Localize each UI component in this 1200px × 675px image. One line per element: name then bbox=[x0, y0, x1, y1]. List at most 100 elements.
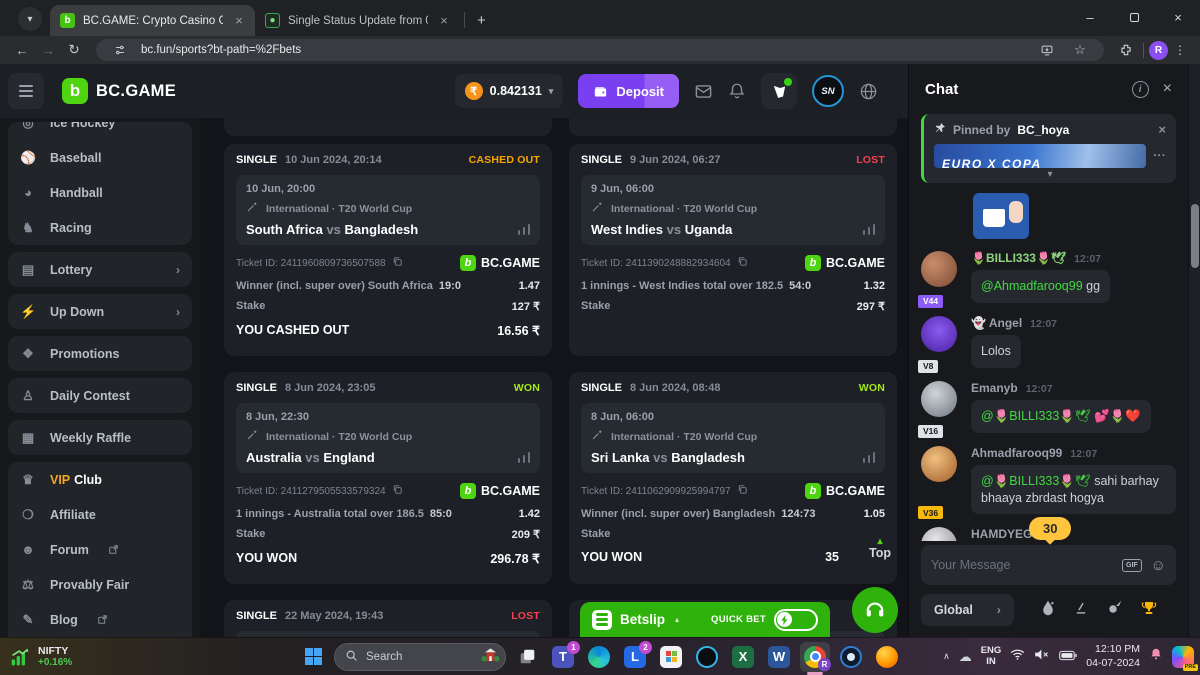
install-icon[interactable] bbox=[1035, 44, 1059, 57]
sidebar-item-affiliate[interactable]: ❍Affiliate bbox=[8, 497, 192, 532]
wifi-icon[interactable] bbox=[1010, 648, 1025, 666]
username[interactable]: 👻 Angel bbox=[971, 316, 1022, 330]
maximize-button[interactable] bbox=[1112, 0, 1156, 34]
chrome-app-active[interactable]: R bbox=[800, 642, 830, 672]
volume-muted-icon[interactable] bbox=[1034, 648, 1050, 666]
start-button[interactable] bbox=[298, 642, 328, 672]
blue-ring-app[interactable] bbox=[836, 642, 866, 672]
chat-message-input[interactable] bbox=[931, 558, 1113, 572]
word-app[interactable]: W bbox=[764, 642, 794, 672]
avatar[interactable] bbox=[921, 527, 957, 541]
user-mention[interactable]: @🌷BILLI333🌷🕊 bbox=[981, 409, 1091, 423]
rain-feature-icon[interactable] bbox=[1041, 600, 1055, 621]
browser-menu-icon[interactable]: ⋮ bbox=[1170, 43, 1190, 57]
reload-button[interactable]: ↻ bbox=[62, 42, 86, 58]
deposit-button[interactable]: Deposit bbox=[578, 74, 679, 108]
user-mention[interactable]: @Ahmadfarooq99 bbox=[981, 279, 1083, 293]
bookmark-star-icon[interactable]: ☆ bbox=[1068, 42, 1092, 58]
avatar[interactable] bbox=[921, 316, 957, 352]
browser-tab-active[interactable]: b BC.GAME: Crypto Casino Games × bbox=[50, 5, 255, 36]
tab-search-button[interactable]: ▾ bbox=[18, 7, 42, 31]
avatar[interactable] bbox=[921, 446, 957, 482]
extensions-icon[interactable] bbox=[1114, 43, 1138, 57]
sidebar-item-blog[interactable]: ✎Blog bbox=[8, 602, 192, 637]
coindrop-icon[interactable] bbox=[1107, 600, 1122, 620]
balance-selector[interactable]: ₹ 0.842131 ▾ bbox=[455, 74, 564, 108]
new-tab-button[interactable]: + bbox=[477, 12, 486, 29]
sidebar-item-promotions[interactable]: ❖Promotions bbox=[8, 336, 192, 371]
notifications-bell-icon[interactable] bbox=[728, 82, 746, 100]
hamburger-menu-button[interactable] bbox=[8, 73, 44, 109]
chat-room-selector[interactable]: Global › bbox=[921, 594, 1014, 626]
event-box[interactable]: 10 Jun, 20:00 International · T20 World … bbox=[236, 175, 540, 245]
onedrive-cloud-icon[interactable]: ☁ bbox=[959, 649, 972, 665]
browser-tab[interactable]: ● Single Status Update from 07/0 × bbox=[255, 5, 460, 36]
betslip-header-button[interactable] bbox=[761, 73, 797, 109]
pinned-more-icon[interactable]: ··· bbox=[1154, 150, 1167, 162]
back-button[interactable]: ← bbox=[10, 43, 34, 58]
tab-close-icon[interactable]: × bbox=[436, 13, 452, 28]
notification-bell-icon[interactable] bbox=[1149, 647, 1163, 666]
excel-app[interactable]: X bbox=[728, 642, 758, 672]
bcgame-logo[interactable]: b BC.GAME bbox=[62, 78, 176, 104]
collapse-caret-icon[interactable]: ▴ bbox=[675, 615, 679, 624]
chat-image-message[interactable] bbox=[973, 193, 1029, 239]
taskbar-search[interactable]: Search bbox=[334, 643, 506, 671]
user-mention[interactable]: @🌷BILLI333🌷🕊 bbox=[981, 474, 1091, 488]
unread-count-pill[interactable]: 30 bbox=[1029, 517, 1071, 540]
user-avatar[interactable]: SN bbox=[812, 75, 844, 107]
username[interactable]: 🌷BILLI333🌷🕊 bbox=[971, 251, 1066, 265]
username[interactable]: Ahmadfarooq99 bbox=[971, 446, 1062, 460]
sidebar-item-daily-contest[interactable]: ♙Daily Contest bbox=[8, 378, 192, 413]
sidebar-item-handball[interactable]: ◕Handball bbox=[8, 175, 192, 210]
taskbar-widget[interactable]: NIFTY+0.16% bbox=[10, 645, 72, 669]
firefox-app[interactable] bbox=[872, 642, 902, 672]
sidebar-item-racing[interactable]: ♞Racing bbox=[8, 210, 192, 245]
pinned-banner-image[interactable]: EURO X COPA bbox=[934, 144, 1146, 168]
chat-rules-icon[interactable] bbox=[1074, 601, 1088, 620]
tab-close-icon[interactable]: × bbox=[231, 13, 247, 28]
username[interactable]: Emanyb bbox=[971, 381, 1018, 395]
address-bar[interactable]: bc.fun/sports?bt-path=%2Fbets ☆ bbox=[96, 39, 1104, 61]
forward-button[interactable]: → bbox=[36, 43, 60, 58]
stats-icon[interactable] bbox=[863, 224, 876, 235]
copy-icon[interactable] bbox=[392, 256, 403, 270]
event-box[interactable]: 8 Jun, 22:30 International · T20 World C… bbox=[236, 403, 540, 473]
linkedin-app[interactable]: L2 bbox=[620, 642, 650, 672]
chat-close-icon[interactable]: × bbox=[1163, 80, 1172, 98]
sidebar-item-weekly-raffle[interactable]: ▦Weekly Raffle bbox=[8, 420, 192, 455]
close-window-button[interactable]: × bbox=[1156, 0, 1200, 34]
edge-app[interactable] bbox=[584, 642, 614, 672]
search-highlight-icon[interactable] bbox=[481, 647, 500, 667]
copy-icon[interactable] bbox=[392, 484, 403, 498]
task-view-button[interactable] bbox=[512, 642, 542, 672]
scroll-to-top-button[interactable]: ▴ Top bbox=[869, 536, 891, 561]
mail-icon[interactable] bbox=[694, 82, 713, 101]
pinned-close-icon[interactable]: × bbox=[1158, 122, 1166, 137]
copy-icon[interactable] bbox=[737, 484, 748, 498]
url-text[interactable]: bc.fun/sports?bt-path=%2Fbets bbox=[141, 44, 1026, 56]
quick-bet-toggle[interactable] bbox=[774, 609, 818, 631]
chat-info-icon[interactable]: i bbox=[1132, 81, 1149, 98]
stats-icon[interactable] bbox=[518, 224, 531, 235]
alexa-app[interactable] bbox=[692, 642, 722, 672]
event-box[interactable]: 8 Jun, 06:00 International · T20 World C… bbox=[581, 403, 885, 473]
microsoft-store-app[interactable] bbox=[656, 642, 686, 672]
pinned-expand-icon[interactable]: ▾ bbox=[934, 168, 1166, 181]
sidebar-item-provably-fair[interactable]: ⚖Provably Fair bbox=[8, 567, 192, 602]
page-scrollbar[interactable] bbox=[1188, 64, 1200, 637]
username[interactable]: HAMDYEG bbox=[971, 527, 1032, 541]
globe-language-icon[interactable] bbox=[859, 82, 878, 101]
sidebar-item-forum[interactable]: ☻Forum bbox=[8, 532, 192, 567]
copilot-icon[interactable]: PRE bbox=[1172, 646, 1194, 668]
sidebar-item-up-down[interactable]: ⚡Up Down› bbox=[8, 294, 192, 329]
hidden-icons-chevron[interactable]: ∧ bbox=[943, 651, 950, 662]
site-settings-icon[interactable] bbox=[108, 44, 132, 56]
scrollbar-thumb[interactable] bbox=[1191, 204, 1199, 268]
sidebar-item-ice-hockey[interactable]: ◎Ice Hockey bbox=[8, 122, 192, 140]
betslip-bar[interactable]: Betslip ▴ QUICK BET bbox=[580, 602, 830, 637]
teams-app[interactable]: T1 bbox=[548, 642, 578, 672]
language-indicator[interactable]: ENGIN bbox=[981, 646, 1002, 667]
live-support-button[interactable] bbox=[852, 587, 898, 633]
profile-avatar[interactable]: R bbox=[1149, 41, 1168, 60]
